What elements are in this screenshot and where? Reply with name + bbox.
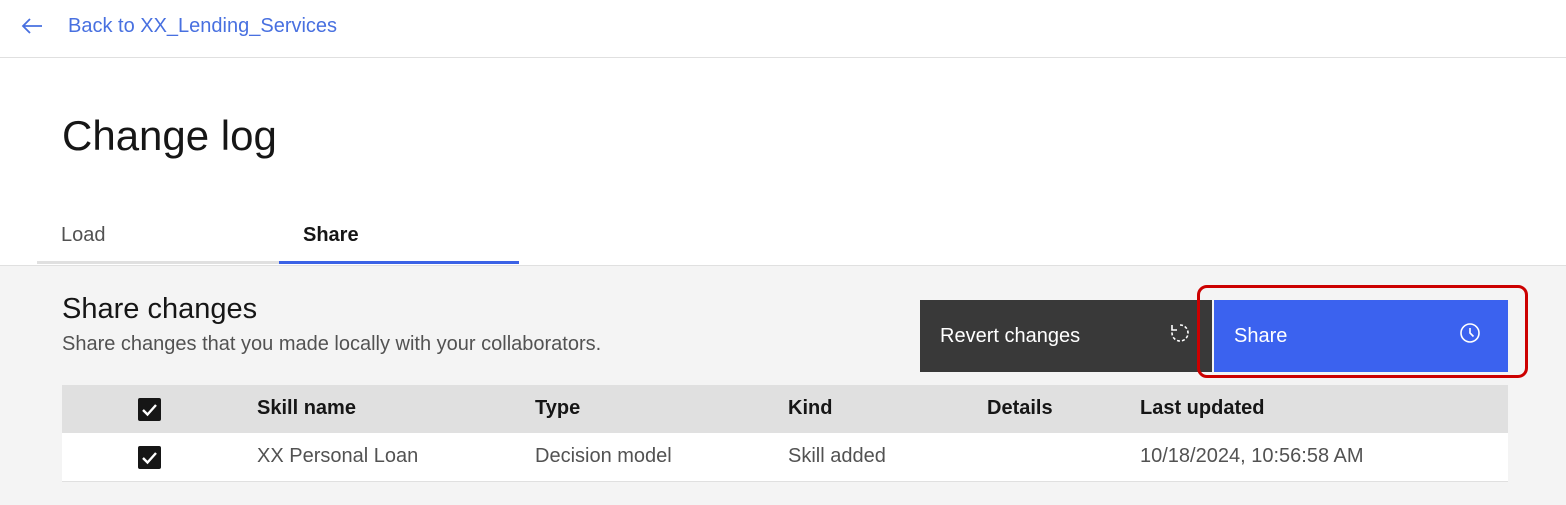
reset-icon [1168, 321, 1192, 351]
cell-skill-name: XX Personal Loan [257, 445, 419, 467]
back-link-label: Back to XX_Lending_Services [68, 14, 338, 37]
clock-icon [1458, 321, 1482, 351]
column-header-skill-name[interactable]: Skill name [257, 397, 356, 420]
page-title: Change log [62, 112, 277, 159]
share-button-label: Share [1234, 324, 1288, 347]
table-header-row: Skill name Type Kind Details Last update… [62, 385, 1508, 433]
changes-table: Skill name Type Kind Details Last update… [62, 385, 1508, 482]
column-header-kind[interactable]: Kind [788, 397, 832, 420]
tab-list: Load Share [37, 214, 519, 264]
top-bar: Back to XX_Lending_Services [0, 0, 1566, 58]
select-all-checkbox[interactable] [138, 398, 161, 421]
section-title: Share changes [62, 293, 258, 325]
share-button[interactable]: Share [1214, 300, 1508, 372]
cell-kind: Skill added [788, 445, 886, 467]
arrow-left-icon [20, 14, 44, 38]
column-header-type[interactable]: Type [535, 397, 580, 420]
column-header-details[interactable]: Details [987, 397, 1053, 420]
tab-share[interactable]: Share [279, 214, 519, 264]
share-changes-panel: Share changes Share changes that you mad… [0, 265, 1566, 505]
row-checkbox[interactable] [138, 446, 161, 469]
revert-changes-button[interactable]: Revert changes [920, 300, 1212, 372]
column-header-last-updated[interactable]: Last updated [1140, 397, 1264, 420]
revert-changes-label: Revert changes [940, 324, 1081, 347]
table-row[interactable]: XX Personal Loan Decision model Skill ad… [62, 433, 1508, 482]
tab-load[interactable]: Load [37, 214, 279, 264]
cell-type: Decision model [535, 445, 672, 467]
cell-last-updated: 10/18/2024, 10:56:58 AM [1140, 445, 1364, 467]
back-link[interactable]: Back to XX_Lending_Services [20, 14, 337, 38]
section-description: Share changes that you made locally with… [62, 333, 602, 355]
